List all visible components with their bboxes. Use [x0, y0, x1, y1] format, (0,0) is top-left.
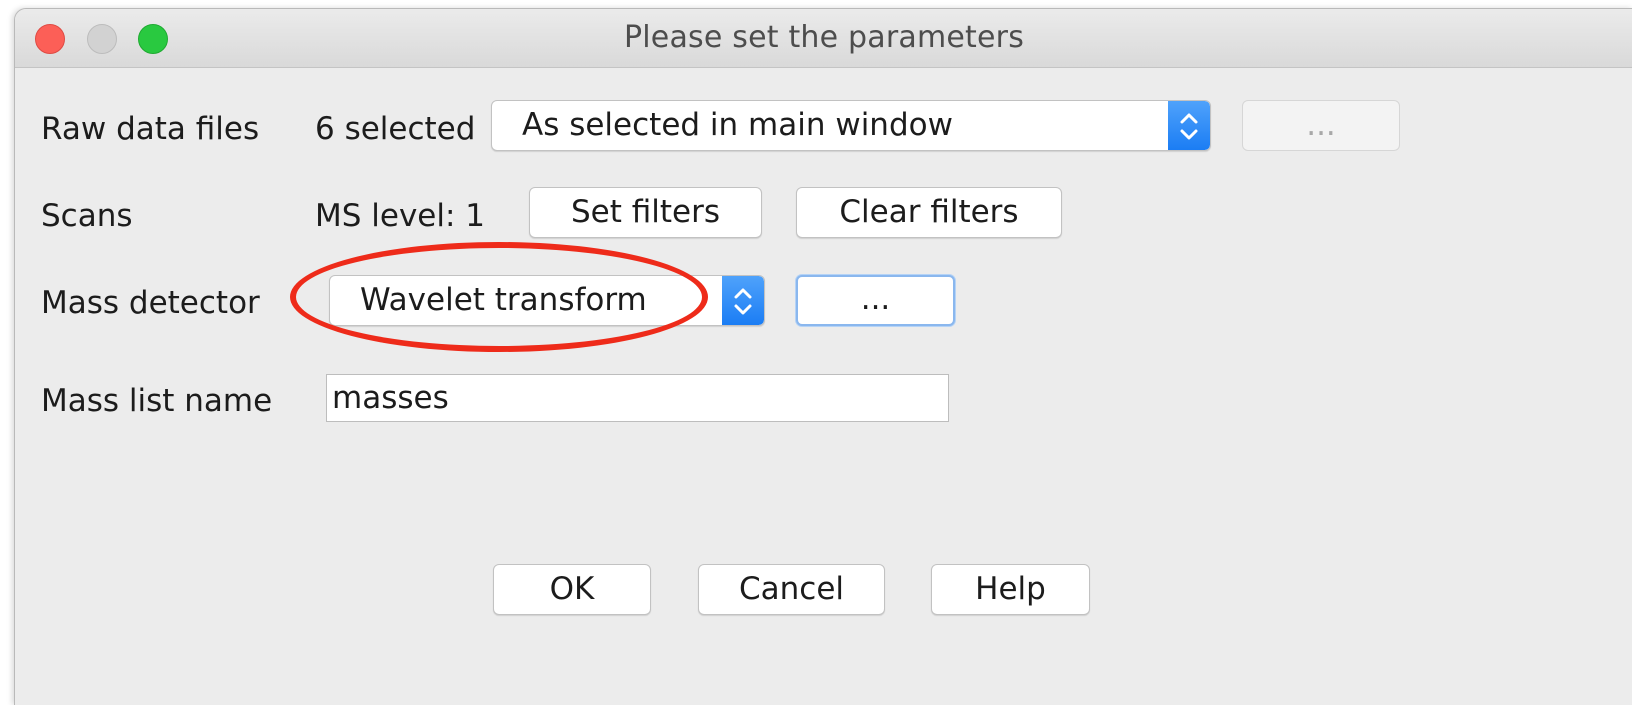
chevron-up-down-icon [1168, 101, 1210, 150]
raw-data-files-label: Raw data files [41, 111, 260, 147]
mass-detector-selection: Wavelet transform [360, 282, 647, 318]
mass-detector-label: Mass detector [41, 285, 260, 321]
cancel-button[interactable]: Cancel [698, 564, 885, 615]
raw-data-files-select[interactable]: As selected in main window [491, 100, 1211, 151]
raw-data-files-count: 6 selected [315, 111, 476, 147]
mass-detector-select[interactable]: Wavelet transform [329, 275, 765, 326]
mass-list-name-input[interactable]: masses [326, 374, 949, 422]
ms-level-text: MS level: 1 [315, 198, 486, 234]
raw-data-files-selection: As selected in main window [522, 107, 953, 143]
parameters-dialog: Please set the parameters Raw data files… [14, 8, 1632, 705]
raw-data-files-more-button[interactable]: ... [1242, 100, 1400, 151]
mass-detector-setup-button[interactable]: ... [796, 275, 955, 326]
mass-list-name-label: Mass list name [41, 383, 273, 419]
chevron-up-down-icon [722, 276, 764, 325]
clear-filters-button[interactable]: Clear filters [796, 187, 1062, 238]
set-filters-button[interactable]: Set filters [529, 187, 762, 238]
help-button[interactable]: Help [931, 564, 1090, 615]
scans-label: Scans [41, 198, 133, 234]
ok-button[interactable]: OK [493, 564, 651, 615]
title-bar[interactable]: Please set the parameters [15, 9, 1632, 68]
window-title: Please set the parameters [623, 20, 1025, 55]
